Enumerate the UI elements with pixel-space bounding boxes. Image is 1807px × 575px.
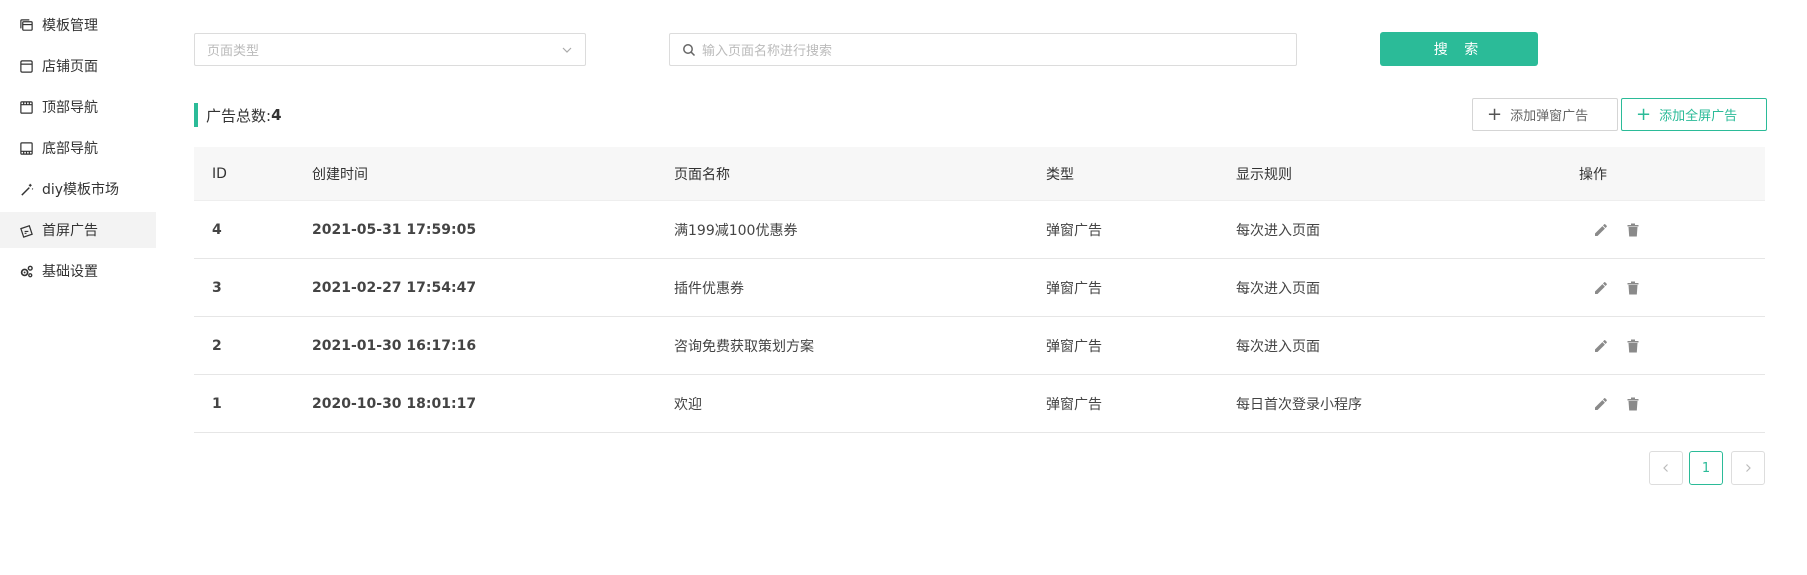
header-created-time: 创建时间 [312,166,368,183]
sidebar-item-label: 底部导航 [42,141,98,157]
trash-icon[interactable] [1623,394,1643,414]
cell-operations [1561,336,1765,356]
edit-icon[interactable] [1591,394,1611,414]
header-operation: 操作 [1579,166,1607,183]
sidebar-item-diy-market[interactable]: diy模板市场 [0,171,156,207]
sidebar: 模板管理 店铺页面 顶部导航 底部导航 diy模板市场 首屏广告 基础设置 [0,0,156,575]
sidebar-item-label: 基础设置 [42,264,98,280]
plus-icon: + [1487,103,1503,125]
add-fullscreen-ad-button[interactable]: + 添加全屏广告 [1621,98,1767,131]
table-header: ID 创建时间 页面名称 类型 显示规则 操作 [194,147,1765,201]
edit-icon[interactable] [1591,220,1611,240]
table-row: 2 2021-01-30 16:17:16 咨询免费获取策划方案 弹窗广告 每次… [194,317,1765,375]
table-row: 1 2020-10-30 18:01:17 欢迎 弹窗广告 每日首次登录小程序 [194,375,1765,433]
add-popup-ad-label: 添加弹窗广告 [1510,109,1589,124]
cell-display-rule: 每次进入页面 [1236,280,1320,297]
template-icon [18,17,34,33]
sidebar-item-basic-settings[interactable]: 基础设置 [0,253,156,289]
trash-icon[interactable] [1623,220,1643,240]
cell-type: 弹窗广告 [1046,338,1102,355]
sidebar-item-bottom-nav[interactable]: 底部导航 [0,130,156,166]
ad-count-title: 广告总数: 4 [194,103,282,127]
search-icon [683,43,696,56]
add-fullscreen-ad-label: 添加全屏广告 [1659,109,1738,124]
cell-type: 弹窗广告 [1046,396,1102,413]
cell-display-rule: 每次进入页面 [1236,222,1320,239]
main-content: 页面类型 输入页面名称进行搜索 搜 索 广告总数: 4 + 添加弹窗广告 + 添加… [156,0,1807,575]
table-row: 3 2021-02-27 17:54:47 插件优惠券 弹窗广告 每次进入页面 [194,259,1765,317]
ad-count-label: 广告总数: [206,106,272,125]
cell-page-name: 满199减100优惠券 [674,222,798,239]
pagination-next-button[interactable] [1731,451,1765,485]
search-placeholder: 输入页面名称进行搜索 [702,44,833,59]
cell-id: 4 [212,221,222,238]
sidebar-item-template-management[interactable]: 模板管理 [0,7,156,43]
cell-page-name: 咨询免费获取策划方案 [674,338,814,355]
search-input[interactable]: 输入页面名称进行搜索 [669,33,1297,66]
sidebar-item-label: diy模板市场 [42,182,120,198]
ad-count-value: 4 [271,106,282,124]
cell-id: 2 [212,337,222,354]
cell-id: 1 [212,395,222,412]
gear-icon [18,263,34,279]
plus-icon: + [1636,103,1652,125]
cell-type: 弹窗广告 [1046,222,1102,239]
chevron-down-icon [562,47,572,53]
trash-icon[interactable] [1623,336,1643,356]
page-type-placeholder: 页面类型 [207,44,260,59]
cell-operations [1561,220,1765,240]
search-button[interactable]: 搜 索 [1380,32,1538,66]
add-popup-ad-button[interactable]: + 添加弹窗广告 [1472,98,1618,131]
trash-icon[interactable] [1623,278,1643,298]
header-page-name: 页面名称 [674,166,730,183]
chevron-right-icon [1746,464,1751,472]
cell-id: 3 [212,279,222,296]
cell-created-time: 2021-05-31 17:59:05 [312,221,477,238]
ad-table: ID 创建时间 页面名称 类型 显示规则 操作 4 2021-05-31 17:… [194,147,1765,433]
sidebar-item-shop-pages[interactable]: 店铺页面 [0,48,156,84]
cell-page-name: 欢迎 [674,396,702,413]
sidebar-item-label: 店铺页面 [42,59,98,75]
cell-created-time: 2020-10-30 18:01:17 [312,395,477,412]
ad-icon [18,222,34,238]
edit-icon[interactable] [1591,336,1611,356]
bottom-nav-icon [18,140,34,156]
edit-icon[interactable] [1591,278,1611,298]
cell-display-rule: 每日首次登录小程序 [1236,396,1362,413]
page-type-select[interactable]: 页面类型 [194,33,586,66]
page-icon [18,58,34,74]
table-row: 4 2021-05-31 17:59:05 满199减100优惠券 弹窗广告 每… [194,201,1765,259]
header-id: ID [212,165,227,182]
top-nav-icon [18,99,34,115]
pagination-page-button[interactable]: 1 [1689,451,1723,485]
header-display-rule: 显示规则 [1236,166,1292,183]
cell-operations [1561,278,1765,298]
sidebar-item-label: 首屏广告 [42,223,98,239]
cell-display-rule: 每次进入页面 [1236,338,1320,355]
header-type: 类型 [1046,166,1074,183]
pagination-prev-button[interactable] [1649,451,1683,485]
sidebar-item-splash-ad[interactable]: 首屏广告 [0,212,156,248]
cell-created-time: 2021-02-27 17:54:47 [312,279,477,296]
sidebar-item-top-nav[interactable]: 顶部导航 [0,89,156,125]
cell-type: 弹窗广告 [1046,280,1102,297]
chevron-left-icon [1663,464,1668,472]
cell-operations [1561,394,1765,414]
magic-wand-icon [18,181,34,197]
sidebar-item-label: 模板管理 [42,18,98,34]
sidebar-item-label: 顶部导航 [42,100,98,116]
cell-page-name: 插件优惠券 [674,280,744,297]
cell-created-time: 2021-01-30 16:17:16 [312,337,477,354]
